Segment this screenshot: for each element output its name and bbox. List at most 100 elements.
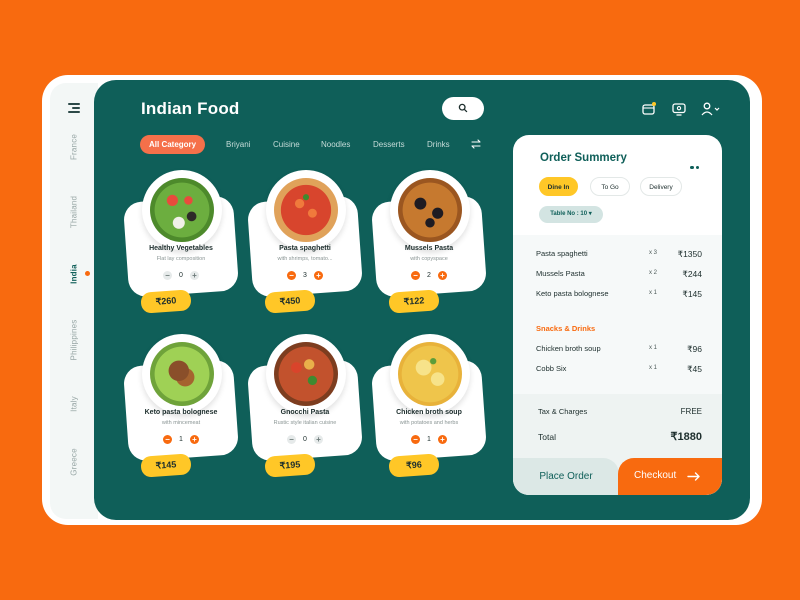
checkout-label: Checkout xyxy=(634,470,677,481)
total-value: ₹1880 xyxy=(670,431,702,443)
table-number-dropdown[interactable]: Table No : 10 ▾ xyxy=(539,206,603,223)
snacks-drinks-heading: Snacks & Drinks xyxy=(536,324,596,333)
increment-button[interactable]: + xyxy=(438,271,447,280)
item-price: ₹45 xyxy=(687,364,702,374)
dish-description: with shrimps, tomato... xyxy=(277,256,333,262)
tab-noodles[interactable]: Noodles xyxy=(321,140,350,149)
dish-name: Gnocchi Pasta xyxy=(280,409,330,416)
price-tag[interactable]: ₹195 xyxy=(264,453,316,478)
quantity-stepper: − 3 + xyxy=(250,271,360,280)
item-name: Cobb Six xyxy=(536,364,567,373)
sidebar-country-thailand[interactable]: Thailand xyxy=(70,196,79,228)
item-quantity: x 2 xyxy=(649,270,658,276)
arrow-right-icon xyxy=(687,472,700,481)
sidebar-country-india[interactable]: India xyxy=(70,264,79,284)
item-quantity: x 1 xyxy=(649,345,658,351)
quantity-stepper: − 1 + xyxy=(374,435,484,444)
dish-name: Chicken broth soup xyxy=(396,409,462,416)
item-price: ₹1350 xyxy=(677,249,702,259)
quantity-value: 3 xyxy=(303,272,307,279)
quantity-stepper: − 1 + xyxy=(126,435,236,444)
dish-plate xyxy=(142,170,222,250)
quantity-stepper: − 0 + xyxy=(250,435,360,444)
item-quantity: x 1 xyxy=(649,365,658,371)
decrement-button[interactable]: − xyxy=(163,271,172,280)
quantity-value: 1 xyxy=(427,436,431,443)
total-label: Total xyxy=(538,432,556,442)
quantity-value: 0 xyxy=(303,436,307,443)
item-name: Mussels Pasta xyxy=(536,269,585,278)
increment-button[interactable]: + xyxy=(190,435,199,444)
tab-desserts[interactable]: Desserts xyxy=(373,140,405,149)
decrement-button[interactable]: − xyxy=(287,271,296,280)
quantity-value: 2 xyxy=(427,272,431,279)
checkout-button[interactable]: Checkout xyxy=(618,458,722,495)
dish-description: Flat lay composition xyxy=(156,256,206,262)
dish-plate xyxy=(390,334,470,414)
dish-description: Rustic style italian cuisine xyxy=(273,420,337,426)
price-tag[interactable]: ₹145 xyxy=(140,453,192,478)
item-quantity: x 3 xyxy=(649,250,658,256)
active-indicator-dot xyxy=(85,271,90,276)
tax-value: FREE xyxy=(680,407,702,416)
dish-plate xyxy=(266,170,346,250)
item-price: ₹96 xyxy=(687,344,702,354)
sidebar-country-philippines[interactable]: Philippines xyxy=(70,320,79,361)
tab-briyani[interactable]: Briyani xyxy=(226,140,250,149)
quantity-value: 1 xyxy=(179,436,183,443)
filter-icon[interactable] xyxy=(471,139,481,149)
tab-cuisine[interactable]: Cuisine xyxy=(273,140,300,149)
decrement-button[interactable]: − xyxy=(411,271,420,280)
increment-button[interactable]: + xyxy=(314,271,323,280)
price-tag[interactable]: ₹122 xyxy=(388,289,440,314)
page-title: Indian Food xyxy=(141,99,240,118)
tax-label: Tax & Charges xyxy=(538,407,588,416)
item-name: Chicken broth soup xyxy=(536,344,601,353)
dish-description: with mincemeat xyxy=(161,420,201,426)
order-type-to-go[interactable]: To Go xyxy=(590,177,630,196)
tab-all-category[interactable]: All Category xyxy=(140,135,206,154)
price-tag[interactable]: ₹260 xyxy=(140,289,192,314)
item-price: ₹145 xyxy=(682,289,702,299)
order-summary-title: Order Summery xyxy=(540,152,627,164)
price-tag[interactable]: ₹450 xyxy=(264,289,316,314)
wallet-icon[interactable] xyxy=(641,101,657,117)
dish-description: with copyspace xyxy=(410,256,448,262)
quantity-value: 0 xyxy=(179,272,183,279)
order-summary-panel: Order Summery Dine In To Go Delivery Tab… xyxy=(513,135,722,495)
sidebar-country-greece[interactable]: Greece xyxy=(70,448,79,475)
item-price: ₹244 xyxy=(682,269,702,279)
increment-button[interactable]: + xyxy=(438,435,447,444)
place-order-button[interactable]: Place Order xyxy=(513,458,619,495)
quantity-stepper: − 0 + xyxy=(126,271,236,280)
price-tag[interactable]: ₹96 xyxy=(388,453,440,478)
increment-button[interactable]: + xyxy=(314,435,323,444)
quantity-stepper: − 2 + xyxy=(374,271,484,280)
dish-name: Pasta spaghetti xyxy=(279,245,331,252)
dish-name: Healthy Vegetables xyxy=(149,245,213,252)
dish-description: with potatoes and herbs xyxy=(399,420,459,426)
monitor-icon[interactable] xyxy=(671,101,687,117)
menu-icon[interactable] xyxy=(68,103,80,115)
tab-drinks[interactable]: Drinks xyxy=(427,140,450,149)
order-type-dine-in[interactable]: Dine In xyxy=(539,177,578,196)
search-button[interactable] xyxy=(442,97,484,120)
decrement-button[interactable]: − xyxy=(411,435,420,444)
increment-button[interactable]: + xyxy=(190,271,199,280)
dish-plate xyxy=(142,334,222,414)
sidebar-country-france[interactable]: France xyxy=(70,134,79,160)
dish-plate xyxy=(390,170,470,250)
dish-name: Keto pasta bolognese xyxy=(144,409,218,416)
more-options-icon[interactable] xyxy=(690,156,701,174)
item-quantity: x 1 xyxy=(649,290,658,296)
search-icon xyxy=(458,103,468,113)
sidebar-country-italy[interactable]: Italy xyxy=(70,396,79,412)
decrement-button[interactable]: − xyxy=(287,435,296,444)
dish-plate xyxy=(266,334,346,414)
dish-name: Mussels Pasta xyxy=(404,245,454,252)
user-icon[interactable] xyxy=(700,101,722,117)
decrement-button[interactable]: − xyxy=(163,435,172,444)
item-name: Pasta spaghetti xyxy=(536,249,588,258)
order-type-delivery[interactable]: Delivery xyxy=(640,177,682,196)
table-number-label: Table No : 10 xyxy=(550,211,588,217)
